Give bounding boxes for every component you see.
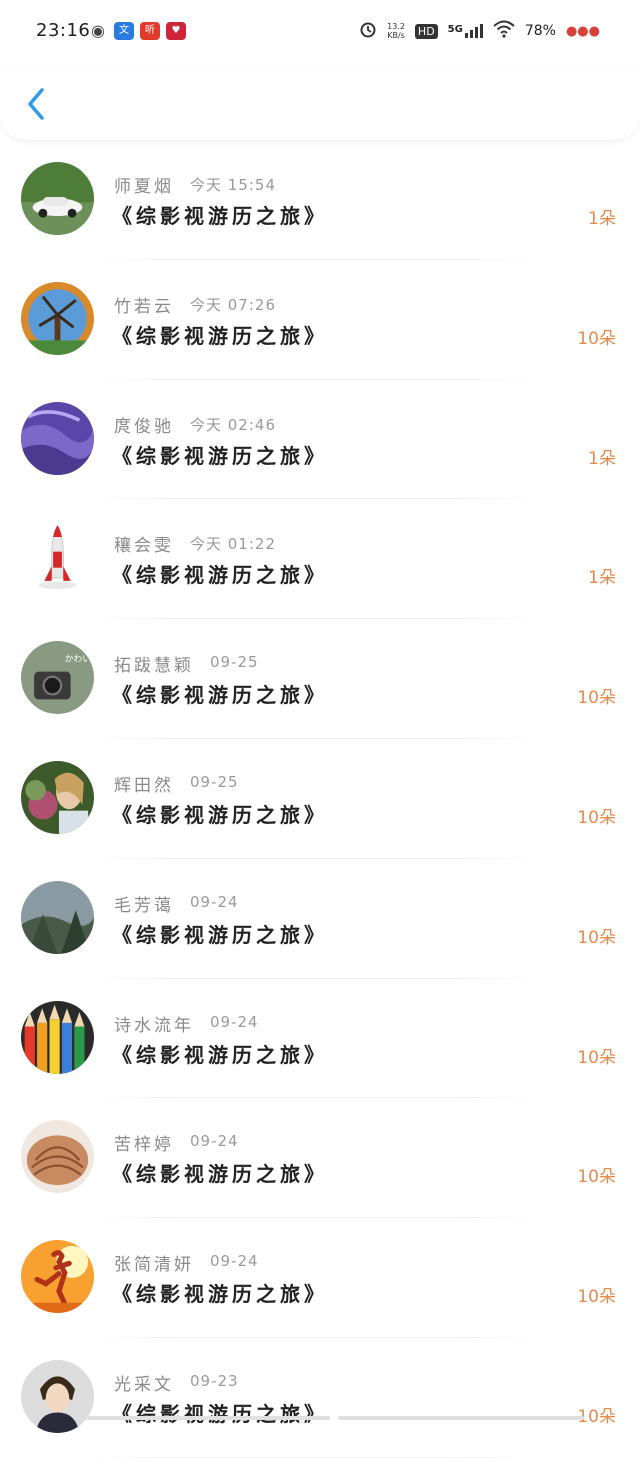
- user-name: 竹若云: [114, 296, 174, 317]
- wifi-icon: [493, 20, 515, 42]
- book-title: 《综影视游历之旅》: [112, 1042, 328, 1067]
- user-name: 苦梓婷: [114, 1135, 174, 1156]
- book-title: 《综影视游历之旅》: [112, 443, 328, 468]
- user-name: 庹俊驰: [114, 416, 174, 437]
- avatar[interactable]: [21, 281, 94, 355]
- network-type: 5G: [447, 24, 463, 35]
- record-time: 09-23: [190, 1371, 239, 1390]
- alarm-icon: [359, 20, 377, 42]
- record-time: 今天 07:26: [190, 295, 276, 314]
- avatar[interactable]: [21, 880, 94, 954]
- book-title: 《综影视游历之旅》: [112, 1162, 328, 1187]
- avatar[interactable]: [21, 760, 94, 834]
- flower-count: 10朵: [577, 688, 616, 709]
- network-speed: 13.2 KB/s: [387, 22, 405, 40]
- book-title: 《综影视游历之旅》: [112, 563, 328, 588]
- user-name: 师夏烟: [114, 177, 174, 197]
- gift-record-list: 师夏烟 今天 15:54 《综影视游历之旅》 1朵 竹若云 今天 07:26 《综影视游历之…: [0, 140, 640, 1458]
- gift-record-row[interactable]: 师夏烟 今天 15:54 《综影视游历之旅》 1朵: [0, 140, 640, 260]
- gift-record-row[interactable]: 张简清妍 09-24 《综影视游历之旅》 10朵: [0, 1218, 640, 1338]
- flower-count: 10朵: [577, 1167, 616, 1188]
- record-time: 09-25: [210, 653, 259, 672]
- flower-count: 10朵: [577, 1047, 616, 1068]
- status-time: 23:16: [36, 20, 91, 41]
- avatar[interactable]: [21, 401, 94, 475]
- book-title: 《综影视游历之旅》: [112, 204, 328, 228]
- wechat-icon: ◉: [91, 21, 105, 40]
- gift-record-row[interactable]: 穰会雯 今天 01:22 《综影视游历之旅》 1朵: [0, 499, 640, 620]
- record-time: 09-24: [210, 1252, 259, 1271]
- flower-count: 1朵: [588, 568, 616, 589]
- gift-record-row[interactable]: 毛芳蔼 09-24 《综影视游历之旅》 10朵: [0, 859, 640, 979]
- flower-count: 10朵: [577, 1406, 616, 1427]
- record-time: 今天 01:22: [190, 535, 276, 554]
- record-time: 09-24: [190, 892, 239, 911]
- user-name: 诗水流年: [114, 1015, 194, 1036]
- book-title: 《综影视游历之旅》: [112, 683, 328, 708]
- book-title: 《综影视游历之旅》: [112, 922, 328, 947]
- gift-record-row[interactable]: 竹若云 今天 07:26 《综影视游历之旅》 10朵: [0, 260, 640, 380]
- flower-count: 10朵: [577, 807, 616, 828]
- record-time: 今天 15:54: [190, 176, 276, 194]
- top-nav-bar: [0, 66, 640, 140]
- record-time: 09-24: [210, 1012, 259, 1031]
- record-time: 今天 02:46: [190, 415, 276, 434]
- flower-count: 10朵: [577, 328, 616, 349]
- avatar[interactable]: [21, 521, 94, 595]
- user-name: 张简清妍: [114, 1255, 194, 1276]
- avatar[interactable]: [21, 1000, 94, 1074]
- status-indicators: 13.2 KB/s HD 5G 78% ●●●: [359, 20, 600, 42]
- listen-app-icon: 听: [140, 22, 160, 40]
- battery-level: 78%: [524, 23, 556, 39]
- avatar[interactable]: [21, 1240, 94, 1314]
- record-time: 09-24: [190, 1132, 239, 1151]
- gift-record-row[interactable]: 诗水流年 09-24 《综影视游历之旅》 10朵: [0, 979, 640, 1099]
- user-name: 穰会雯: [114, 536, 174, 557]
- flower-count: 1朵: [588, 209, 616, 229]
- translate-app-icon: 文: [114, 22, 134, 40]
- status-app-icons: ◉ 文听 ♥: [88, 22, 186, 40]
- flower-count: 1朵: [588, 448, 616, 469]
- user-name: 拓跋慧颖: [114, 656, 194, 677]
- flower-count: 10朵: [577, 927, 616, 948]
- avatar[interactable]: [21, 1120, 94, 1194]
- gift-record-row[interactable]: 辉田然 09-25 《综影视游历之旅》 10朵: [0, 739, 640, 859]
- gift-record-row[interactable]: 苦梓婷 09-24 《综影视游历之旅》 10朵: [0, 1098, 640, 1219]
- gift-record-row[interactable]: 光采文 09-23 《综影视游历之旅》 10朵: [0, 1338, 640, 1458]
- chevron-left-icon: [28, 88, 44, 120]
- bottom-scroll-indicator: [84, 1416, 584, 1420]
- signal-icon: 5G: [448, 24, 483, 38]
- avatar[interactable]: [21, 162, 94, 235]
- gift-record-row[interactable]: かわいい 拓跋慧颖 09-25 《综影视游历之旅》 10朵: [0, 619, 640, 739]
- flower-count: 10朵: [577, 1287, 616, 1308]
- back-button[interactable]: [22, 84, 52, 124]
- user-name: 辉田然: [114, 775, 174, 796]
- book-title: 《综影视游历之旅》: [112, 1282, 328, 1307]
- svg-text:かわいい: かわいい: [65, 654, 94, 665]
- battery-icon: ●●●: [565, 23, 600, 39]
- shop-app-icon: ♥: [166, 22, 186, 40]
- book-title: 《综影视游历之旅》: [112, 323, 328, 348]
- user-name: 光采文: [114, 1374, 174, 1395]
- avatar[interactable]: [21, 1359, 94, 1433]
- user-name: 毛芳蔼: [114, 895, 174, 916]
- book-title: 《综影视游历之旅》: [112, 802, 328, 827]
- status-bar: 23:16 ◉ 文听 ♥ 13.2 KB/s HD 5G 78% ●●●: [0, 0, 640, 66]
- record-time: 09-25: [190, 772, 239, 791]
- avatar[interactable]: かわいい: [21, 641, 94, 715]
- gift-record-row[interactable]: 庹俊驰 今天 02:46 《综影视游历之旅》 1朵: [0, 380, 640, 500]
- hd-badge: HD: [414, 23, 438, 39]
